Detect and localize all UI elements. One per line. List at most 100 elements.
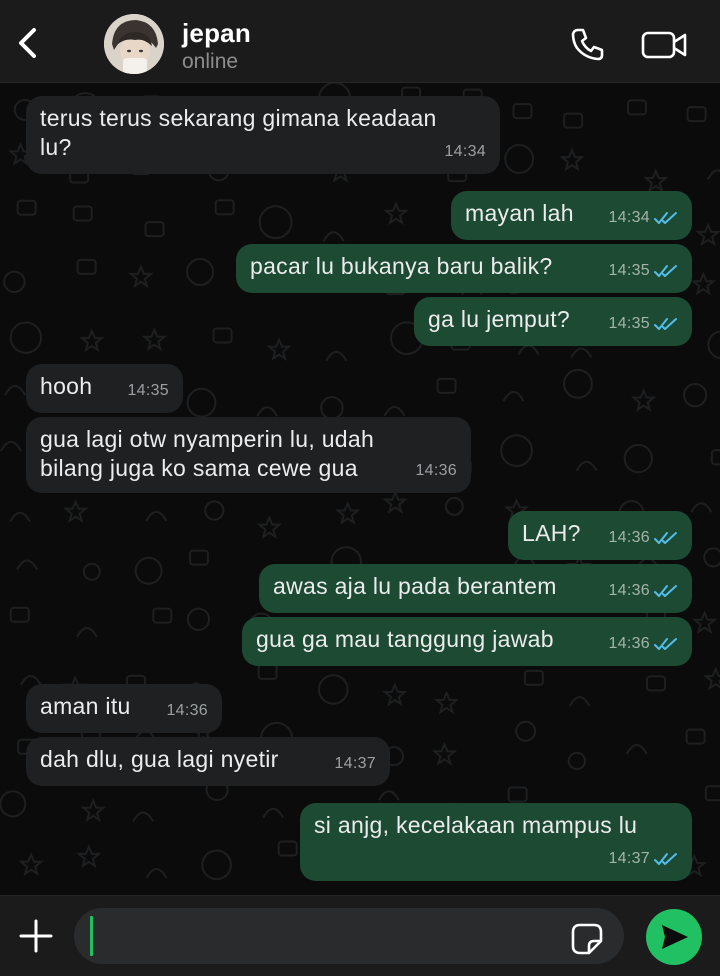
video-call-button[interactable] (640, 24, 690, 64)
wallpaper-doodle (691, 610, 718, 635)
message-bubble-incoming[interactable]: aman itu 14:36 (26, 684, 222, 733)
send-icon (662, 925, 688, 949)
contact-name[interactable]: jepan (182, 18, 251, 49)
wallpaper-doodle (0, 440, 22, 452)
message-bubble-outgoing[interactable]: LAH? 14:36 (508, 511, 692, 560)
message-input[interactable] (74, 908, 624, 964)
wallpaper-doodle (82, 562, 101, 581)
wallpaper-doodle (144, 221, 165, 238)
message-bubble-outgoing[interactable]: pacar lu bukanya baru balik? 14:35 (236, 244, 692, 293)
wallpaper-doodle (517, 344, 540, 355)
video-camera-icon (641, 31, 687, 59)
message-time: 14:34 (608, 209, 650, 226)
wallpaper-doodle (704, 785, 720, 802)
message-time: 14:36 (166, 702, 208, 719)
chat-screen: jepan online terus terus sekarang gimana… (0, 0, 720, 976)
attach-button[interactable] (16, 916, 56, 956)
wallpaper-doodle (16, 199, 37, 216)
wallpaper-doodle (436, 377, 457, 394)
double-check-icon (654, 637, 677, 650)
message-time: 14:36 (415, 462, 457, 479)
wallpaper-doodle (690, 502, 713, 513)
wallpaper-doodle (186, 607, 211, 631)
wallpaper-doodle (9, 606, 30, 623)
wallpaper-doodle (80, 798, 106, 823)
wallpaper-doodle (145, 510, 168, 522)
wallpaper-doodle (256, 515, 283, 540)
wallpaper-doodle (706, 169, 720, 180)
wallpaper-doodle (559, 147, 585, 172)
wallpaper-doodle (9, 511, 31, 523)
wallpaper-doodle (568, 696, 591, 707)
wallpaper-doodle (625, 743, 648, 755)
wallpaper-doodle (575, 460, 598, 472)
wallpaper-doodle (258, 205, 293, 240)
wallpaper-doodle (201, 849, 232, 881)
wallpaper-doodle (562, 368, 593, 399)
message-time: 14:37 (608, 850, 650, 867)
wallpaper-doodle (383, 405, 406, 417)
wallpaper-doodle (0, 790, 27, 818)
message-bubble-outgoing[interactable]: mayan lah 14:34 (451, 191, 692, 240)
message-bubble-incoming[interactable]: hooh 14:35 (26, 364, 183, 413)
message-text: terus terus sekarang gimana keadaan lu? (40, 105, 437, 160)
message-bubble-outgoing[interactable]: ga lu jemput? 14:35 (414, 297, 692, 346)
wallpaper-doodle (702, 666, 720, 691)
wallpaper-doodle (4, 385, 26, 396)
wallpaper-doodle (76, 844, 102, 869)
wallpaper-doodle (563, 112, 584, 129)
back-button[interactable] (8, 18, 48, 68)
sticker-icon (571, 923, 603, 955)
message-list[interactable]: terus terus sekarang gimana keadaan lu? … (0, 83, 720, 895)
wallpaper-doodle (382, 682, 408, 707)
wallpaper-doodle (62, 499, 89, 524)
wallpaper-doodle (695, 222, 720, 247)
wallpaper-doodle (707, 330, 720, 360)
avatar[interactable] (104, 14, 164, 74)
message-text: si anjg, kecelakaan mampus lu (314, 812, 638, 838)
text-caret (90, 916, 93, 956)
wallpaper-doodle (76, 627, 98, 638)
message-time: 14:36 (608, 582, 650, 599)
wallpaper-doodle (570, 347, 593, 358)
message-bubble-incoming[interactable]: gua lagi otw nyamperin lu, udah bilang j… (26, 417, 471, 493)
message-bubble-incoming[interactable]: dah dlu, gua lagi nyetir 14:37 (26, 737, 390, 786)
send-button[interactable] (646, 909, 702, 965)
wallpaper-doodle (383, 201, 409, 226)
wallpaper-doodle (3, 270, 26, 294)
wallpaper-doodle (502, 391, 525, 402)
wallpaper-doodle (134, 556, 163, 585)
wallpaper-doodle (377, 790, 400, 801)
wallpaper-doodle (431, 741, 458, 766)
double-check-icon (654, 584, 677, 597)
wallpaper-doodle (16, 559, 38, 570)
message-bubble-outgoing[interactable]: awas aja lu pada berantem 14:36 (259, 564, 692, 613)
wallpaper-doodle (132, 811, 154, 822)
voice-call-button[interactable] (568, 24, 608, 64)
message-time: 14:35 (608, 262, 650, 279)
wallpaper-doodle (504, 143, 535, 174)
wallpaper-doodle (9, 321, 43, 354)
wallpaper-doodle (188, 549, 209, 566)
wallpaper-doodle (18, 852, 44, 877)
wallpaper-doodle (626, 99, 647, 116)
wallpaper-doodle (523, 669, 544, 686)
wallpaper-doodle (325, 350, 348, 362)
wallpaper-doodle (186, 387, 217, 418)
wallpaper-doodle (214, 199, 235, 216)
message-time: 14:34 (444, 143, 486, 160)
wallpaper-doodle (79, 328, 105, 353)
wallpaper-doodle (382, 490, 408, 514)
wallpaper-doodle (567, 751, 587, 771)
message-bubble-outgoing[interactable]: si anjg, kecelakaan mampus lu 14:37 (300, 803, 692, 881)
message-bubble-outgoing[interactable]: gua ga mau tanggung jawab 14:36 (242, 617, 692, 666)
message-time: 14:35 (608, 315, 650, 332)
message-bubble-incoming[interactable]: terus terus sekarang gimana keadaan lu? … (26, 96, 500, 174)
wallpaper-doodle (76, 258, 97, 275)
wallpaper-doodle (145, 868, 168, 879)
message-time: 14:36 (608, 529, 650, 546)
double-check-icon (654, 852, 677, 865)
sticker-button[interactable] (569, 921, 605, 957)
wallpaper-doodle (212, 327, 233, 344)
plus-icon (19, 919, 53, 953)
